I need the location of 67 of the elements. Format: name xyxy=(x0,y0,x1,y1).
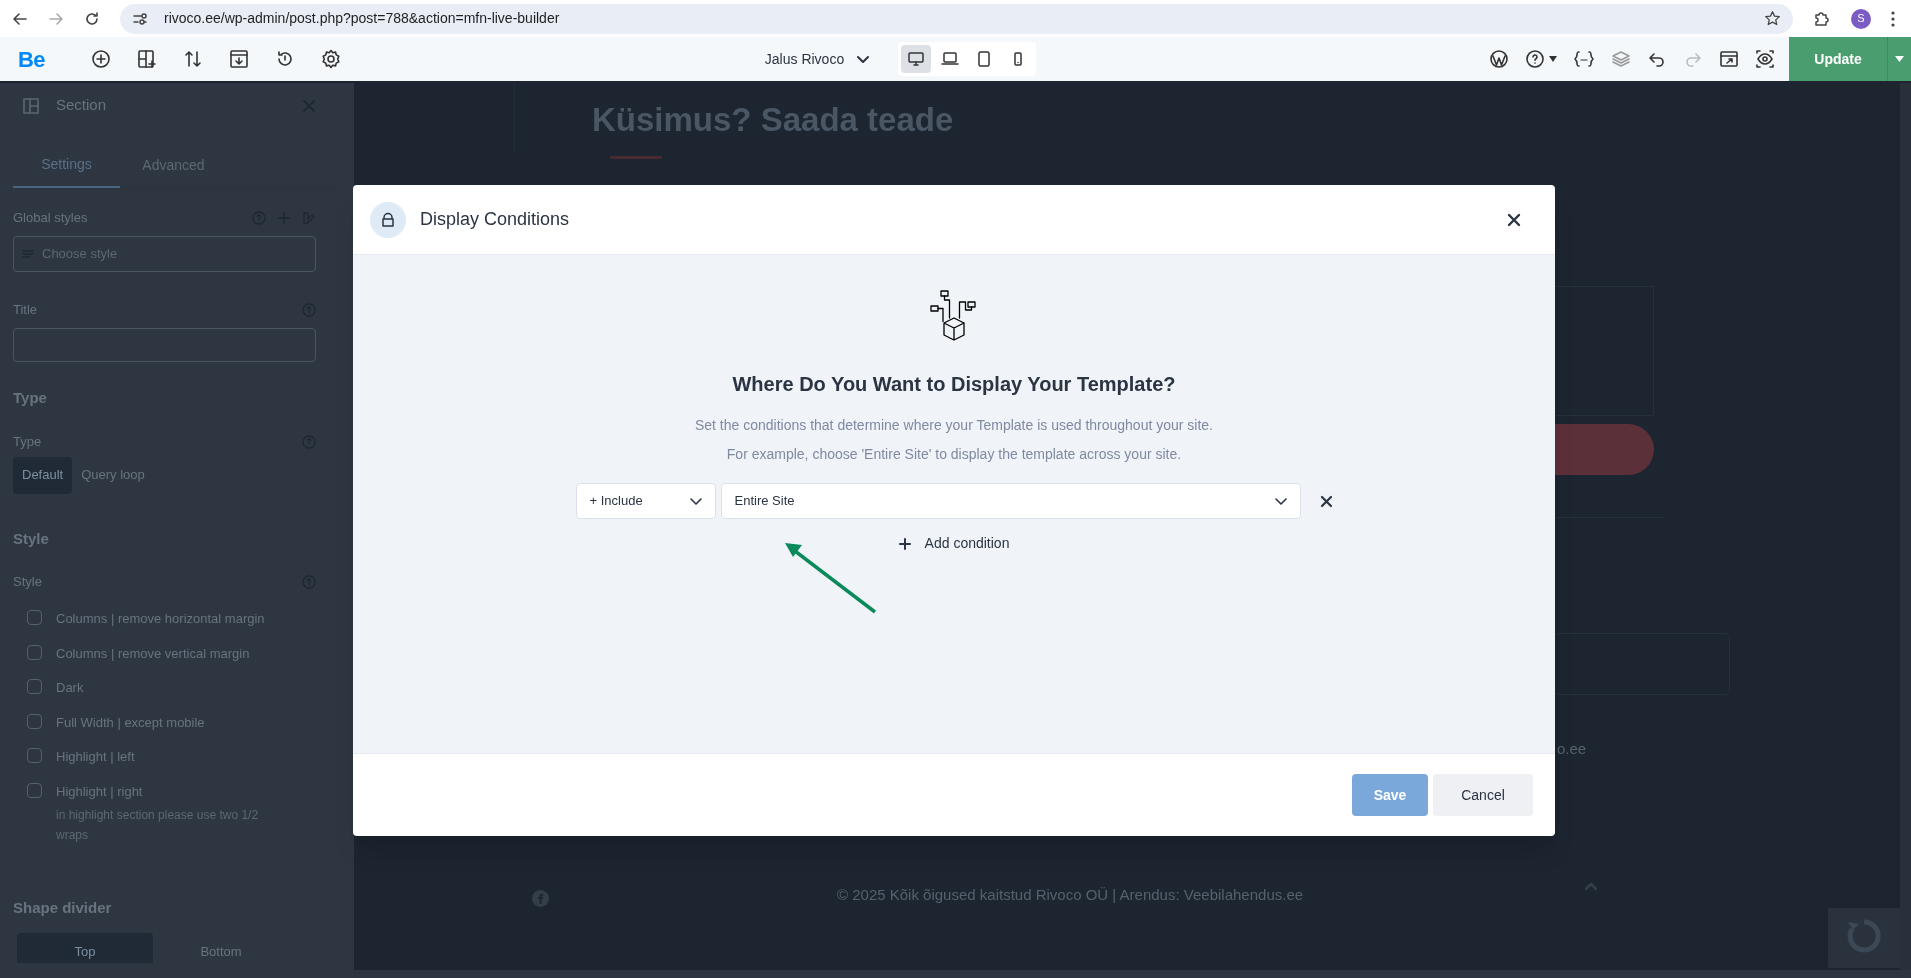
star-icon[interactable] xyxy=(1764,10,1781,27)
desktop-view-icon[interactable] xyxy=(901,45,932,73)
checkbox-label: Columns | remove horizontal margin xyxy=(56,610,265,628)
code-braces-icon[interactable] xyxy=(1573,49,1595,69)
more-icon[interactable] xyxy=(1891,10,1895,27)
update-menu-button[interactable] xyxy=(1887,37,1911,81)
checkbox[interactable] xyxy=(27,610,42,625)
field-label: Type xyxy=(13,432,43,451)
field-label: Style xyxy=(13,573,43,592)
field-label: Title xyxy=(13,301,39,320)
type-option[interactable]: Query loop xyxy=(72,456,154,494)
condition-select[interactable]: Entire Site xyxy=(720,483,1301,519)
reload-icon[interactable] xyxy=(84,10,100,27)
shape-divider-option[interactable]: Bottom xyxy=(153,932,289,963)
chevron-down-icon xyxy=(1274,495,1287,507)
sort-icon[interactable] xyxy=(182,49,204,69)
email-text-fragment: o.ee xyxy=(1557,739,1587,759)
description-text: Set the conditions that determine where your Template is used throughout your site. xyxy=(694,416,1213,435)
cancel-button[interactable]: Cancel xyxy=(1433,774,1533,816)
panel-title: Section xyxy=(56,95,108,116)
checkbox[interactable] xyxy=(27,713,42,729)
dialog-heading: Where Do You Want to Display Your Template? xyxy=(732,372,1176,397)
checkbox[interactable] xyxy=(27,644,42,660)
profile-avatar[interactable]: S xyxy=(1851,8,1871,29)
add-condition-button[interactable]: Add condition xyxy=(898,533,1010,554)
section-heading: Style xyxy=(13,528,50,549)
lock-icon xyxy=(370,201,406,238)
panel-tab[interactable]: Settings xyxy=(13,142,120,188)
plus-icon xyxy=(898,537,911,550)
include-select[interactable]: + Include xyxy=(575,483,716,519)
checkbox[interactable] xyxy=(27,679,42,694)
type-option[interactable]: Default xyxy=(13,456,73,494)
builder-logo: Be xyxy=(18,45,47,74)
layout-add-icon[interactable] xyxy=(136,49,158,69)
back-icon[interactable] xyxy=(12,10,28,27)
chevron-down-icon xyxy=(689,495,702,507)
preview-window-icon[interactable] xyxy=(1719,49,1739,69)
update-button[interactable]: Update xyxy=(1789,37,1887,81)
title-input-field[interactable] xyxy=(13,328,316,362)
section-heading: Type xyxy=(13,388,48,408)
checkbox-label: Columns | remove vertical margin xyxy=(56,644,250,663)
checkbox[interactable] xyxy=(27,748,42,763)
remove-icon[interactable] xyxy=(1319,494,1333,508)
add-icon[interactable] xyxy=(90,49,112,69)
checkbox-label: Highlight | left xyxy=(56,748,135,766)
checkbox-label: Highlight | right xyxy=(56,782,144,801)
field-label: Global styles xyxy=(13,209,89,228)
caret-icon xyxy=(1895,56,1904,62)
copyright-text: © 2025 Kõik õigused kaitstud Rivoco OÜ | Arendus: Veebilahendus.ee xyxy=(837,885,1304,905)
layers-icon[interactable] xyxy=(1611,49,1631,69)
caret-icon[interactable] xyxy=(1549,56,1557,62)
puzzle-icon[interactable] xyxy=(1813,9,1831,28)
export-icon[interactable] xyxy=(228,49,250,69)
settings-icon[interactable] xyxy=(320,49,342,69)
close-icon[interactable] xyxy=(1507,212,1521,227)
heading-underline xyxy=(610,156,662,159)
template-dropdown[interactable]: Jalus Rivoco xyxy=(764,48,871,70)
checkbox-label: Full Width | except mobile xyxy=(56,713,205,732)
checkbox[interactable] xyxy=(27,782,42,798)
eye-icon[interactable] xyxy=(1755,49,1775,69)
description-text: For example, choose 'Entire Site' to display the template across your site. xyxy=(726,445,1182,464)
checkbox-label: Dark xyxy=(56,679,84,697)
wordpress-icon[interactable] xyxy=(1489,49,1509,69)
section-heading: Shape divider xyxy=(13,898,113,918)
shape-divider-option[interactable]: Top xyxy=(17,932,153,963)
help-icon[interactable] xyxy=(1525,49,1545,69)
dialog-title: Display Conditions xyxy=(420,208,571,231)
